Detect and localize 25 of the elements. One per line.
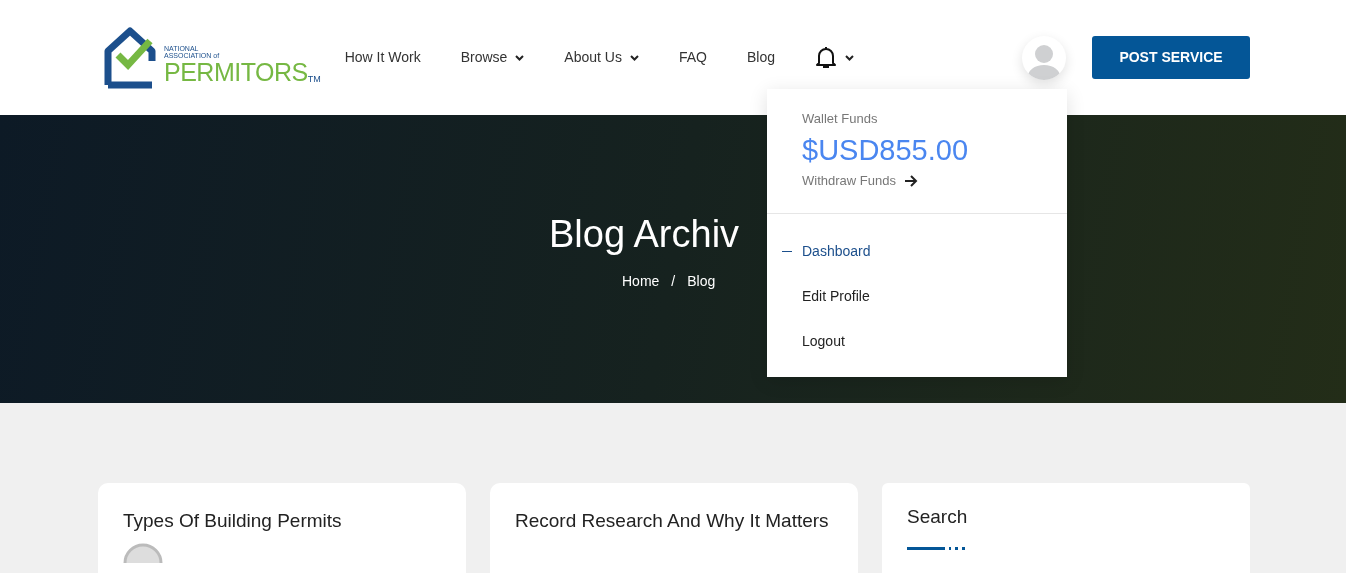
nav-link[interactable]: Blog xyxy=(746,47,775,68)
menu-item[interactable]: Edit Profile xyxy=(782,274,1032,320)
wallet-amount: $USD855.00 xyxy=(802,132,970,168)
menu-item[interactable]: Logout xyxy=(782,319,1032,365)
title-underline-icon xyxy=(907,546,965,550)
breadcrumb-link[interactable]: Blog xyxy=(687,271,716,292)
breadcrumb-separator: / xyxy=(671,272,676,291)
page-title: Blog Archiv xyxy=(549,212,740,257)
wallet-label: Wallet Funds xyxy=(802,110,879,128)
post-title[interactable]: Record Research And Why It Matters xyxy=(490,483,858,535)
arrow-right-icon xyxy=(903,175,918,188)
post-title[interactable]: Types Of Building Permits xyxy=(98,483,466,535)
menu-item[interactable]: Dashboard xyxy=(782,229,1032,275)
nav-link[interactable]: About Us xyxy=(564,47,639,68)
caret-icon xyxy=(845,54,854,61)
nav-link[interactable]: FAQ xyxy=(678,47,707,68)
withdraw-funds-link[interactable]: Withdraw Funds xyxy=(802,171,918,191)
notifications-dropdown[interactable] xyxy=(815,45,854,70)
widget-title: Search xyxy=(907,505,969,529)
author-avatar-icon xyxy=(123,542,163,563)
bell-icon xyxy=(815,45,837,70)
post-service-button[interactable]: POST SERVICE xyxy=(1092,36,1250,79)
nav-link[interactable]: Browse xyxy=(460,47,525,68)
breadcrumb-link[interactable]: Home xyxy=(622,271,660,292)
nav-link[interactable]: How It Work xyxy=(344,47,421,68)
